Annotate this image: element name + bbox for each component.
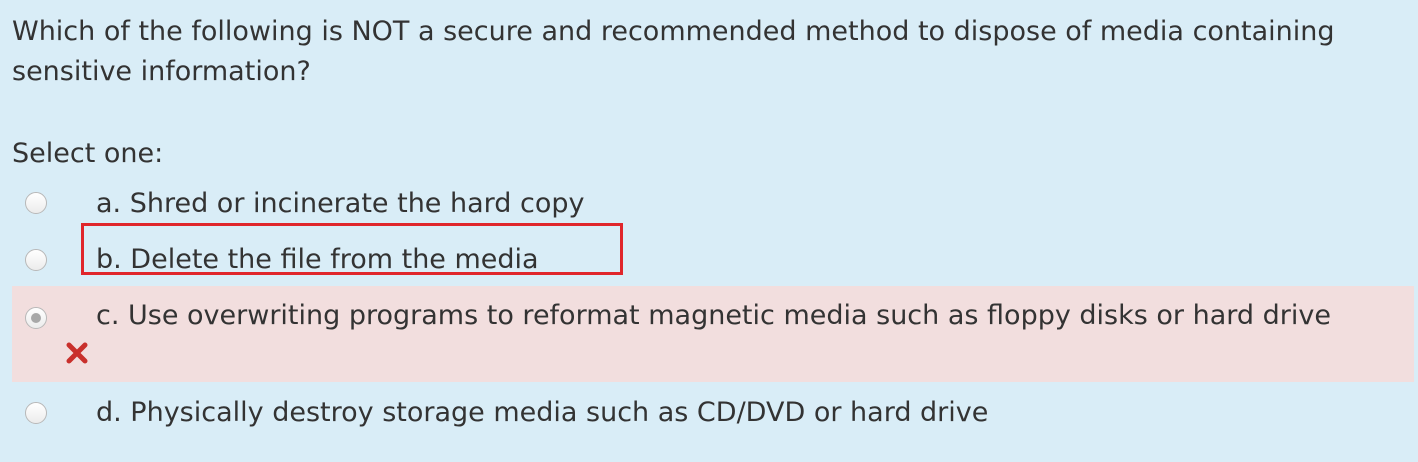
question-text: Which of the following is NOT a secure a… [12,16,1335,87]
answer-label-d[interactable]: d. Physically destroy storage media such… [96,393,988,433]
cross-icon [66,342,88,364]
answer-option-a[interactable]: a. Shred or incinerate the hard copy [12,184,1414,224]
radio-button-d[interactable] [25,402,47,424]
answer-label-b[interactable]: b. Delete the file from the media [96,240,539,280]
radio-button-a[interactable] [25,192,47,214]
answer-option-d[interactable]: d. Physically destroy storage media such… [12,393,1414,433]
select-one-prompt: Select one: [12,138,164,169]
answer-option-c-incorrect[interactable]: c. Use overwriting programs to reformat … [12,286,1414,382]
answer-label-a[interactable]: a. Shred or incinerate the hard copy [96,184,585,224]
radio-button-b[interactable] [25,249,47,271]
answer-option-b[interactable]: b. Delete the file from the media [12,240,1414,280]
radio-button-c-selected[interactable] [25,307,47,329]
answer-label-c[interactable]: c. Use overwriting programs to reformat … [96,296,1331,336]
